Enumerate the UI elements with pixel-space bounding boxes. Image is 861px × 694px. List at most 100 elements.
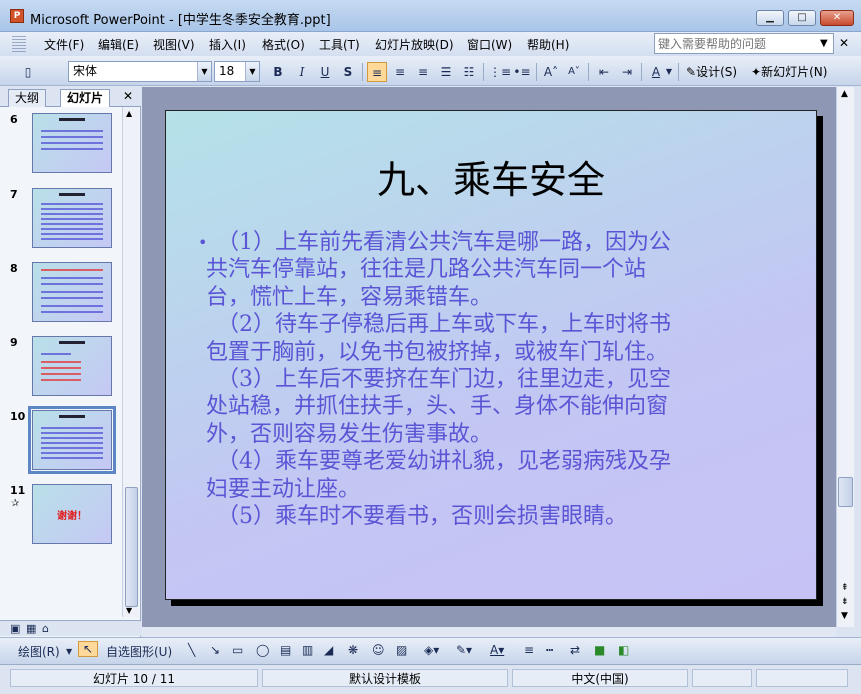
new-slide-icon: ✦ <box>751 65 762 79</box>
align-right-icon[interactable]: ≡ <box>413 62 433 82</box>
clipart-icon[interactable]: ☺ <box>372 643 385 657</box>
help-search-input[interactable] <box>655 34 815 53</box>
horizontal-scrollbar[interactable] <box>142 627 836 637</box>
underline-button[interactable]: U <box>315 62 335 82</box>
thumbnail-image[interactable]: 谢谢！ <box>32 484 112 544</box>
align-center-icon[interactable]: ≡ <box>390 62 410 82</box>
3d-style-icon[interactable]: ◧ <box>618 643 629 657</box>
slide-scrollbar[interactable]: ▲ ⇞ ⇟ ▼ <box>836 87 854 627</box>
font-color-dropdown-icon[interactable]: ▼ <box>664 62 674 82</box>
scroll-down-icon[interactable]: ▼ <box>841 611 848 621</box>
tab-outline[interactable]: 大纲 <box>8 89 47 107</box>
menu-tools[interactable]: 工具(T) <box>319 36 360 53</box>
formatting-toolbar: ▯ 宋体 ▼ 18 ▼ B I U S ≡ ≡ ≡ ☰ ☷ ⋮≡ •≡ A˄ A… <box>0 56 861 86</box>
slide-body-text[interactable]: • （1）上车前先看清公共汽车是哪一路，因为公 共汽车停靠站，往往是几路公共汽车… <box>198 229 806 530</box>
line-icon[interactable]: ╲ <box>188 643 195 657</box>
tab-slides[interactable]: 幻灯片 <box>60 89 111 107</box>
powerpoint-app-icon[interactable]: P <box>10 9 24 23</box>
maximize-button[interactable]: □ <box>788 10 816 26</box>
decrease-indent-icon[interactable]: ⇤ <box>594 62 614 82</box>
textbox-icon[interactable]: ▤ <box>280 643 291 657</box>
scroll-up-icon[interactable]: ▲ <box>126 109 132 118</box>
align-left-icon[interactable]: ≡ <box>367 62 387 82</box>
body-line: （5）乘车时不要看书，否则会损害眼睛。 <box>206 504 627 530</box>
body-line: 处站稳，并抓住扶手，头、手、身体不能伸向窗 <box>206 394 669 420</box>
menu-file[interactable]: 文件(F) <box>44 36 84 53</box>
decrease-font-icon[interactable]: A˅ <box>564 62 584 82</box>
toolbar-separator <box>678 63 679 81</box>
menu-window[interactable]: 窗口(W) <box>467 36 512 53</box>
font-color-draw-icon[interactable]: A▾ <box>490 643 504 657</box>
menu-slideshow[interactable]: 幻灯片放映(D) <box>375 36 454 53</box>
shadow-style-icon[interactable]: ■ <box>594 643 605 657</box>
line-color-icon[interactable]: ✎▾ <box>456 643 472 657</box>
slide-sorter-icon[interactable]: ▦ <box>26 622 36 635</box>
toolbar-grip-icon[interactable] <box>12 36 26 52</box>
new-slide-button[interactable]: ✦新幻灯片(N) <box>751 63 827 80</box>
increase-font-icon[interactable]: A˄ <box>541 62 561 82</box>
thumbnail-number: 9 <box>10 336 18 349</box>
oval-icon[interactable]: ◯ <box>256 643 269 657</box>
distributed-icon[interactable]: ☷ <box>459 62 479 82</box>
draw-dropdown-icon[interactable]: ▼ <box>66 647 72 656</box>
scroll-up-icon[interactable]: ▲ <box>841 89 848 99</box>
body-line: 包置于胸前，以免书包被挤掉，或被车门轧住。 <box>206 339 669 365</box>
scroll-down-icon[interactable]: ▼ <box>126 606 132 615</box>
draw-menu-button[interactable]: 绘图(R) <box>18 643 60 660</box>
scroll-thumb[interactable] <box>838 477 853 507</box>
dash-style-icon[interactable]: ┅ <box>546 643 553 657</box>
help-search-box[interactable] <box>654 33 834 54</box>
thumbnail-scrollbar[interactable]: ▲ ▼ <box>122 107 139 617</box>
close-document-icon[interactable]: ✕ <box>839 36 849 50</box>
autoshapes-button[interactable]: 自选图形(U) <box>106 643 172 660</box>
scroll-thumb[interactable] <box>125 487 138 607</box>
menu-insert[interactable]: 插入(I) <box>209 36 246 53</box>
shadow-button[interactable]: S <box>338 62 358 82</box>
help-dropdown-icon[interactable]: ▼ <box>820 38 828 49</box>
menu-edit[interactable]: 编辑(E) <box>98 36 139 53</box>
vertical-textbox-icon[interactable]: ▥ <box>302 643 313 657</box>
pane-close-icon[interactable]: ✕ <box>123 89 133 103</box>
bullets-icon[interactable]: •≡ <box>512 62 532 82</box>
arrow-style-icon[interactable]: ⇄ <box>570 643 580 657</box>
select-pointer-icon[interactable]: ↖ <box>78 641 99 657</box>
next-slide-icon[interactable]: ⇟ <box>841 597 849 607</box>
title-bar: P Microsoft PowerPoint - [中学生冬季安全教育.ppt]… <box>0 0 861 32</box>
numbering-icon[interactable]: ⋮≡ <box>489 62 511 82</box>
previous-slide-icon[interactable]: ⇞ <box>841 583 849 593</box>
diagram-icon[interactable]: ❋ <box>348 643 358 657</box>
design-button[interactable]: ✎设计(S) <box>686 63 737 80</box>
slideshow-view-icon[interactable]: ⌂ <box>42 622 49 635</box>
bold-button[interactable]: B <box>268 62 288 82</box>
normal-view-icon[interactable]: ▣ <box>10 622 20 635</box>
fill-color-icon[interactable]: ◈▾ <box>424 643 439 657</box>
close-button[interactable]: ✕ <box>820 10 854 26</box>
justify-icon[interactable]: ☰ <box>436 62 456 82</box>
slide-title[interactable]: 九、乘车安全 <box>166 149 816 204</box>
thumbnail-image-selected[interactable] <box>28 406 116 474</box>
thumbnail-image[interactable] <box>32 336 112 396</box>
font-size-combo[interactable]: 18 ▼ <box>214 61 260 82</box>
font-name-dropdown-icon[interactable]: ▼ <box>197 62 211 81</box>
font-name-combo[interactable]: 宋体 ▼ <box>68 61 212 82</box>
thumbnail-image[interactable] <box>32 188 112 248</box>
line-style-icon[interactable]: ≡ <box>524 643 534 657</box>
thumbnail-image[interactable] <box>32 262 112 322</box>
thumbnail-image[interactable] <box>32 113 112 173</box>
menu-help[interactable]: 帮助(H) <box>527 36 569 53</box>
menu-view[interactable]: 视图(V) <box>153 36 195 53</box>
rectangle-icon[interactable]: ▭ <box>232 643 243 657</box>
drawing-toolbar: 绘图(R) ▼ ↖ 自选图形(U) ╲ ↘ ▭ ◯ ▤ ▥ ◢ ❋ ☺ ▨ ◈▾… <box>0 637 861 664</box>
current-slide[interactable]: 九、乘车安全 • （1）上车前先看清公共汽车是哪一路，因为公 共汽车停靠站，往往… <box>165 110 817 600</box>
minimize-button[interactable]: ▁ <box>756 10 784 26</box>
increase-indent-icon[interactable]: ⇥ <box>617 62 637 82</box>
thumbnail-number: 10 <box>10 410 26 423</box>
wordart-icon[interactable]: ◢ <box>324 643 333 657</box>
italic-button[interactable]: I <box>292 62 312 82</box>
picture-icon[interactable]: ▨ <box>396 643 407 657</box>
menu-format[interactable]: 格式(O) <box>262 36 305 53</box>
new-document-icon[interactable]: ▯ <box>18 62 38 82</box>
font-size-dropdown-icon[interactable]: ▼ <box>245 62 259 81</box>
font-color-icon[interactable]: A <box>646 62 666 82</box>
arrow-icon[interactable]: ↘ <box>210 643 220 657</box>
